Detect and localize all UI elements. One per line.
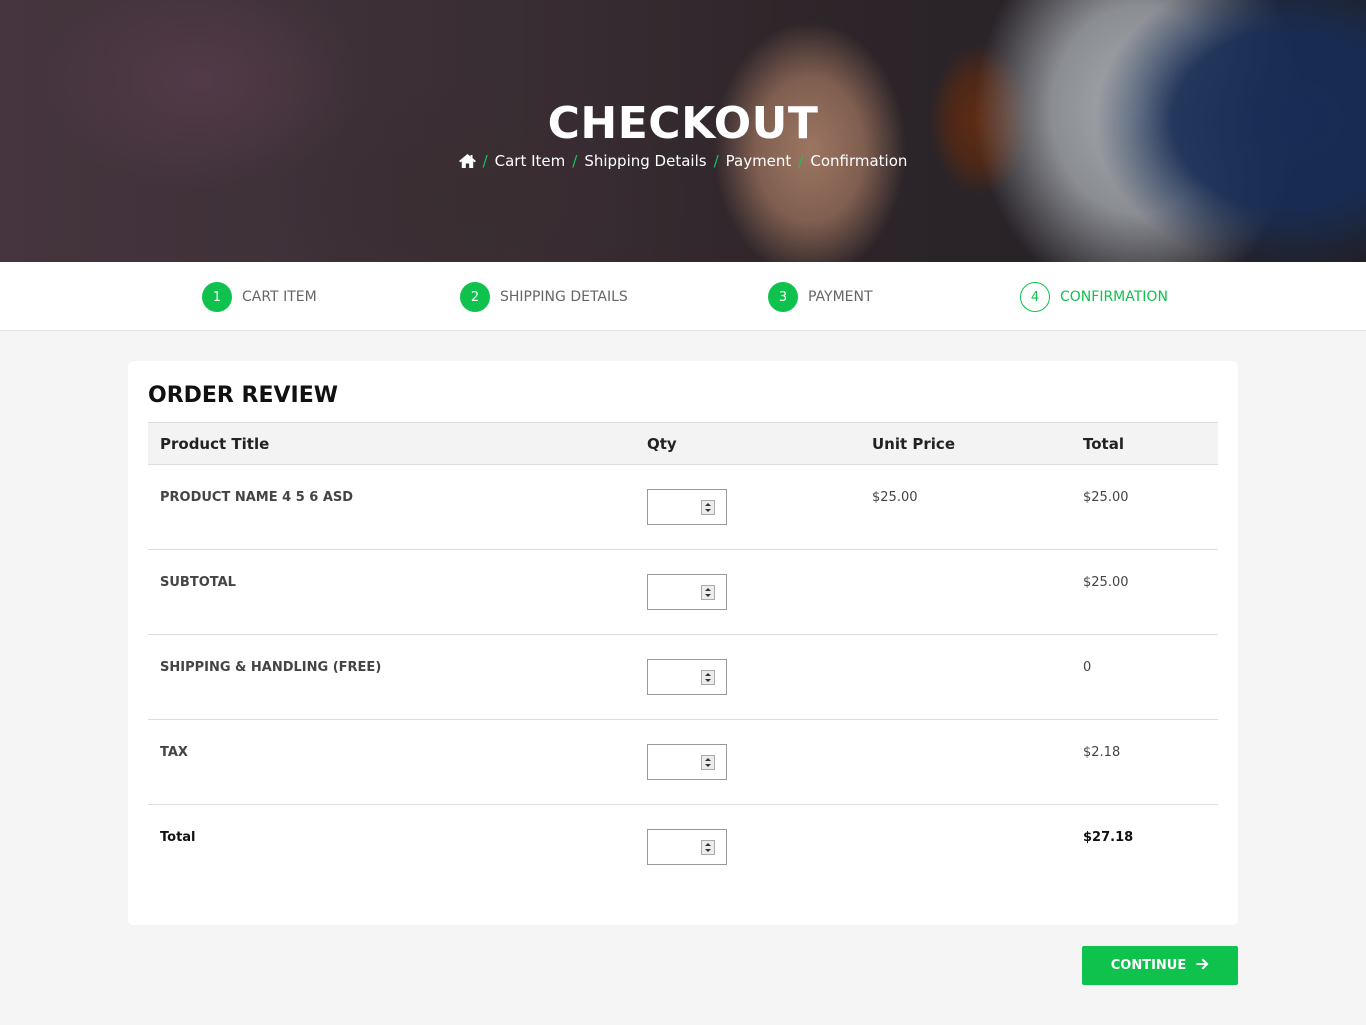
step-number: 2 (460, 282, 490, 312)
arrow-right-icon (1196, 958, 1209, 974)
header-product-title: Product Title (160, 434, 270, 453)
row-product-title: SUBTOTAL (160, 575, 236, 590)
hero-content: CHECKOUT / Cart Item / Shipping Details … (0, 0, 1366, 170)
row-qty-cell (635, 550, 860, 635)
quantity-stepper[interactable] (647, 489, 727, 525)
breadcrumb-separator: / (713, 152, 719, 170)
table-row: SHIPPING & HANDLING (FREE) 0 (148, 635, 1218, 720)
continue-label: CONTINUE (1110, 958, 1187, 973)
step-label: SHIPPING DETAILS (500, 289, 628, 305)
order-review-card: ORDER REVIEW Product Title Qty Unit Pric… (128, 361, 1238, 925)
quantity-stepper[interactable] (647, 659, 727, 695)
row-qty-cell (635, 465, 860, 550)
spinner-arrows-icon[interactable] (701, 585, 715, 600)
row-unit-price (860, 550, 1071, 635)
quantity-stepper[interactable] (647, 744, 727, 780)
row-product-title: PRODUCT NAME 4 5 6 ASD (160, 490, 354, 505)
header-unit-price: Unit Price (872, 434, 955, 453)
row-qty-cell (635, 805, 860, 890)
breadcrumb: / Cart Item / Shipping Details / Payment… (0, 152, 1366, 170)
row-qty-cell (635, 635, 860, 720)
row-unit-price (860, 805, 1071, 890)
breadcrumb-confirmation[interactable]: Confirmation (810, 152, 907, 170)
row-product-title: SHIPPING & HANDLING (FREE) (160, 660, 382, 675)
step-number: 4 (1020, 282, 1050, 312)
breadcrumb-shipping-details[interactable]: Shipping Details (584, 152, 706, 170)
table-row: PRODUCT NAME 4 5 6 ASD $25.00 $25.00 (148, 465, 1218, 550)
row-total: $25.00 (1083, 575, 1129, 590)
row-unit-price: $25.00 (872, 490, 918, 505)
order-review-title: ORDER REVIEW (148, 383, 339, 408)
breadcrumb-payment[interactable]: Payment (726, 152, 792, 170)
header-total: Total (1083, 434, 1124, 453)
table-row: SUBTOTAL $25.00 (148, 550, 1218, 635)
step-payment[interactable]: 3 PAYMENT (768, 282, 873, 312)
home-icon[interactable] (458, 154, 476, 168)
table-header-row: Product Title Qty Unit Price Total (148, 422, 1218, 465)
order-table: Product Title Qty Unit Price Total PRODU… (148, 422, 1218, 890)
continue-button[interactable]: CONTINUE (1082, 946, 1238, 985)
checkout-steps: 1 CART ITEM 2 SHIPPING DETAILS 3 PAYMENT… (0, 262, 1366, 331)
step-cart-item[interactable]: 1 CART ITEM (202, 282, 317, 312)
page-title: CHECKOUT (547, 98, 819, 149)
hero-banner: CHECKOUT / Cart Item / Shipping Details … (0, 0, 1366, 262)
step-confirmation[interactable]: 4 CONFIRMATION (1020, 282, 1168, 312)
step-label: CONFIRMATION (1060, 289, 1168, 305)
breadcrumb-separator: / (482, 152, 488, 170)
row-unit-price (860, 635, 1071, 720)
spinner-arrows-icon[interactable] (701, 840, 715, 855)
step-label: PAYMENT (808, 289, 873, 305)
quantity-stepper[interactable] (647, 829, 727, 865)
breadcrumb-separator: / (798, 152, 804, 170)
spinner-arrows-icon[interactable] (701, 500, 715, 515)
row-total: $2.18 (1083, 745, 1121, 760)
step-shipping-details[interactable]: 2 SHIPPING DETAILS (460, 282, 628, 312)
step-number: 1 (202, 282, 232, 312)
step-label: CART ITEM (242, 289, 317, 305)
table-row: TAX $2.18 (148, 720, 1218, 805)
row-product-title: Total (160, 830, 196, 845)
row-unit-price (860, 720, 1071, 805)
spinner-arrows-icon[interactable] (701, 670, 715, 685)
breadcrumb-cart-item[interactable]: Cart Item (495, 152, 566, 170)
quantity-stepper[interactable] (647, 574, 727, 610)
row-product-title: TAX (160, 745, 188, 760)
row-qty-cell (635, 720, 860, 805)
step-number: 3 (768, 282, 798, 312)
spinner-arrows-icon[interactable] (701, 755, 715, 770)
row-total: $25.00 (1083, 490, 1129, 505)
header-qty: Qty (647, 434, 677, 453)
row-total: 0 (1083, 660, 1092, 675)
table-row: Total $27.18 (148, 805, 1218, 890)
row-total: $27.18 (1083, 830, 1134, 845)
breadcrumb-separator: / (572, 152, 578, 170)
